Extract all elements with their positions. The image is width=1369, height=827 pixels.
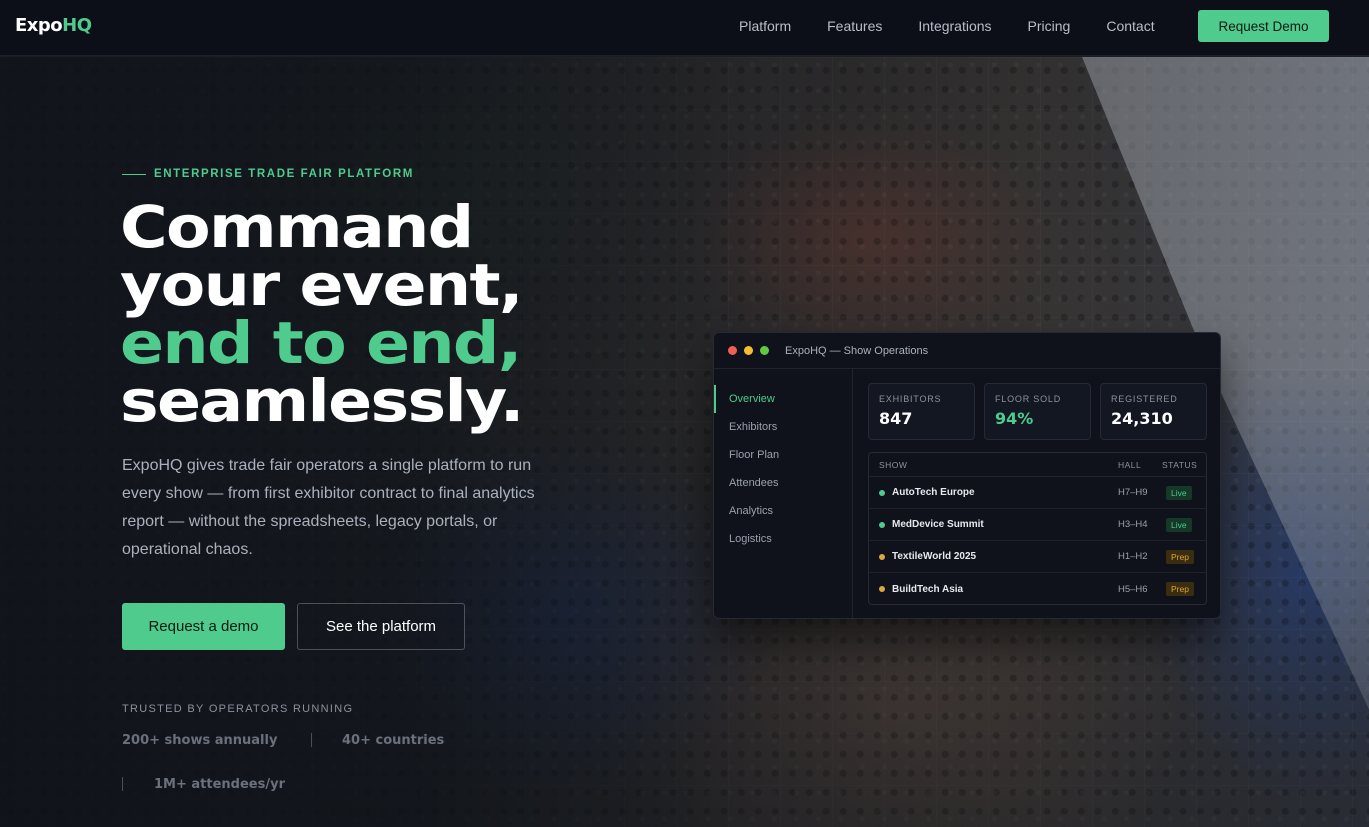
column-header-status: STATUS	[1162, 459, 1198, 470]
dashboard-window: ExpoHQ — Show Operations Overview Exhibi…	[713, 332, 1221, 619]
nav-link-platform[interactable]: Platform	[739, 18, 791, 34]
window-titlebar: ExpoHQ — Show Operations	[714, 333, 1220, 369]
show-hall: H1–H2	[1118, 551, 1148, 562]
status-dot-icon	[879, 586, 885, 592]
show-name: BuildTech Asia	[892, 583, 964, 595]
sidebar-item-exhibitors[interactable]: Exhibitors	[714, 413, 852, 441]
kpi-value: 24,310	[1111, 409, 1173, 428]
minimize-dot-icon	[744, 346, 753, 355]
status-dot-icon	[879, 489, 885, 496]
stat-attendees: 1M+ attendees/yr	[154, 777, 285, 792]
status-dot-icon	[879, 521, 885, 528]
headline-line-2: your event,	[120, 251, 524, 319]
headline-line-3: end to end,	[120, 309, 522, 377]
see-the-platform-button[interactable]: See the platform	[297, 603, 465, 650]
stat-shows: 200+ shows annually	[122, 733, 278, 748]
kpi-label: FLOOR SOLD	[995, 394, 1062, 404]
request-demo-button[interactable]: Request Demo	[1198, 10, 1329, 42]
sidebar-item-floor-plan[interactable]: Floor Plan	[714, 441, 852, 469]
logo-text: Expo	[15, 15, 63, 36]
close-dot-icon	[728, 346, 737, 355]
status-badge: Prep	[1166, 549, 1194, 564]
show-name: MedDevice Summit	[892, 519, 984, 530]
kpi-label: REGISTERED	[1111, 394, 1178, 404]
dashboard-sidebar: Overview Exhibitors Floor Plan Attendees…	[714, 369, 853, 618]
column-header-hall: HALL	[1118, 459, 1142, 470]
logo[interactable]: ExpoHQ	[15, 15, 92, 36]
status-dot-icon	[879, 553, 885, 560]
stat-countries: 40+ countries	[342, 733, 445, 748]
kpi-value: 847	[879, 409, 913, 428]
nav-link-contact[interactable]: Contact	[1106, 18, 1154, 34]
kpi-card-exhibitors: EXHIBITORS 847	[868, 383, 975, 440]
sidebar-item-attendees[interactable]: Attendees	[714, 469, 852, 497]
hero-subheadline: ExpoHQ gives trade fair operators a sing…	[122, 457, 535, 558]
status-badge: Live	[1166, 485, 1192, 500]
table-row[interactable]: AutoTech Europe H7–H9 Live	[869, 477, 1206, 509]
stat-divider	[122, 777, 123, 791]
nav-link-features[interactable]: Features	[827, 18, 882, 34]
kpi-card-registered: REGISTERED 24,310	[1100, 383, 1207, 440]
window-title: ExpoHQ — Show Operations	[785, 344, 929, 357]
logo-accent: HQ	[62, 15, 92, 36]
status-badge: Live	[1166, 517, 1192, 532]
request-a-demo-button[interactable]: Request a demo	[122, 603, 285, 650]
sidebar-item-analytics[interactable]: Analytics	[714, 497, 852, 525]
show-name: AutoTech Europe	[892, 487, 975, 498]
status-badge: Prep	[1166, 582, 1194, 596]
table-row[interactable]: MedDevice Summit H3–H4 Live	[869, 509, 1206, 541]
kpi-card-floor-sold: FLOOR SOLD 94%	[984, 383, 1091, 440]
table-row[interactable]: BuildTech Asia H5–H6 Prep	[869, 573, 1206, 604]
eyebrow-line	[122, 173, 146, 175]
eyebrow-text: ENTERPRISE TRADE FAIR PLATFORM	[154, 168, 414, 180]
headline-line-1: Command	[120, 193, 474, 261]
maximize-dot-icon	[760, 346, 769, 355]
nav-link-pricing[interactable]: Pricing	[1028, 18, 1071, 34]
table-header: SHOW HALL STATUS	[869, 453, 1206, 477]
sidebar-item-logistics[interactable]: Logistics	[714, 525, 852, 553]
shows-table: SHOW HALL STATUS AutoTech Europe H7–H9 L…	[868, 452, 1207, 605]
trusted-label: TRUSTED BY OPERATORS RUNNING	[122, 703, 354, 715]
kpi-label: EXHIBITORS	[879, 394, 942, 404]
stat-divider	[311, 733, 312, 747]
nav-links: Platform Features Integrations Pricing C…	[739, 18, 1191, 34]
headline-line-4: seamlessly.	[120, 367, 524, 435]
show-name: TextileWorld 2025	[892, 551, 977, 562]
hero-eyebrow: ENTERPRISE TRADE FAIR PLATFORM	[122, 168, 414, 180]
nav-link-integrations[interactable]: Integrations	[918, 18, 991, 34]
show-hall: H5–H6	[1118, 583, 1148, 595]
show-hall: H7–H9	[1118, 487, 1148, 498]
sidebar-item-overview[interactable]: Overview	[714, 385, 852, 413]
kpi-value: 94%	[995, 409, 1034, 428]
column-header-show: SHOW	[879, 459, 908, 470]
hero-headline: Command your event, end to end, seamless…	[120, 198, 524, 430]
top-nav: ExpoHQ Platform Features Integrations Pr…	[0, 0, 1369, 56]
table-row[interactable]: TextileWorld 2025 H1–H2 Prep	[869, 541, 1206, 573]
show-hall: H3–H4	[1118, 519, 1148, 530]
